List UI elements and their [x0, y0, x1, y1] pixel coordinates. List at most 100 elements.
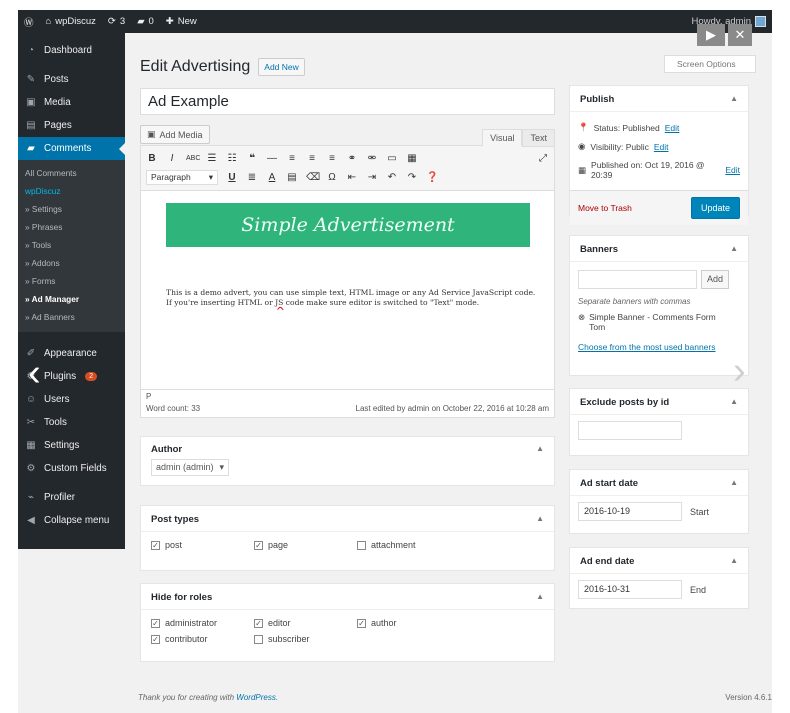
- ad-end-date-header[interactable]: Ad end date ▲: [570, 548, 748, 574]
- role-subscriber[interactable]: subscriber: [254, 634, 357, 644]
- screen-options-button[interactable]: Screen Options: [664, 55, 756, 73]
- menu-pages[interactable]: ▤ Pages: [18, 114, 125, 137]
- toolbar-toggle-icon[interactable]: ▦: [406, 153, 418, 164]
- submenu-settings[interactable]: » Settings: [18, 200, 125, 218]
- next-arrow-icon[interactable]: ›: [733, 350, 746, 393]
- align-left-icon[interactable]: ≡: [286, 153, 298, 164]
- post-type-page[interactable]: ✓ page: [254, 540, 357, 550]
- indent-icon[interactable]: ⇥: [366, 172, 378, 183]
- checkbox-checked[interactable]: ✓: [357, 618, 366, 628]
- role-author[interactable]: ✓ author: [357, 618, 460, 628]
- special-character-icon[interactable]: Ω: [326, 172, 338, 183]
- site-name-link[interactable]: ⌂ wpDiscuz: [40, 16, 102, 27]
- checkbox-unchecked[interactable]: [357, 540, 366, 550]
- add-banner-button[interactable]: Add: [701, 270, 730, 289]
- publish-header[interactable]: Publish ▲: [570, 86, 748, 112]
- exclude-posts-input[interactable]: [578, 421, 682, 440]
- edit-status-link[interactable]: Edit: [665, 123, 680, 133]
- remove-tag-icon[interactable]: ⊗: [578, 312, 585, 332]
- strikethrough-icon[interactable]: ABC: [186, 155, 200, 162]
- menu-tools[interactable]: ✂ Tools: [18, 411, 125, 434]
- justify-icon[interactable]: ≣: [246, 172, 258, 183]
- role-contributor[interactable]: ✓ contributor: [151, 634, 254, 644]
- submenu-ad-manager[interactable]: » Ad Manager: [18, 290, 125, 308]
- hide-roles-header[interactable]: Hide for roles ▲: [141, 584, 554, 610]
- paste-text-icon[interactable]: ▤: [286, 172, 298, 183]
- submenu-forms[interactable]: » Forms: [18, 272, 125, 290]
- read-more-icon[interactable]: ▭: [386, 153, 398, 164]
- checkbox-checked[interactable]: ✓: [151, 618, 160, 628]
- edit-date-link[interactable]: Edit: [725, 165, 740, 175]
- banners-header[interactable]: Banners ▲: [570, 236, 748, 262]
- menu-profiler[interactable]: ⌁ Profiler: [18, 486, 125, 509]
- play-icon[interactable]: ▶: [697, 24, 725, 46]
- checkbox-checked[interactable]: ✓: [254, 540, 263, 550]
- checkbox-unchecked[interactable]: [254, 634, 263, 644]
- add-new-button[interactable]: Add New: [258, 58, 305, 76]
- outdent-icon[interactable]: ⇤: [346, 172, 358, 183]
- post-type-post[interactable]: ✓ post: [151, 540, 254, 550]
- banner-tag-input[interactable]: [578, 270, 697, 289]
- ad-start-date-input[interactable]: 2016-10-19: [578, 502, 682, 521]
- horizontal-line-icon[interactable]: —: [266, 153, 278, 164]
- italic-icon[interactable]: I: [166, 153, 178, 164]
- help-icon[interactable]: ❓: [426, 172, 438, 183]
- text-color-icon[interactable]: A: [266, 172, 278, 183]
- collapse-menu-button[interactable]: ◀ Collapse menu: [18, 509, 125, 532]
- bullet-list-icon[interactable]: ☰: [206, 153, 218, 164]
- unlink-icon[interactable]: ⚮: [366, 153, 378, 164]
- clear-formatting-icon[interactable]: ⌫: [306, 172, 320, 183]
- update-button[interactable]: Update: [690, 197, 740, 219]
- numbered-list-icon[interactable]: ☷: [226, 153, 238, 164]
- role-administrator[interactable]: ✓ administrator: [151, 618, 254, 628]
- align-right-icon[interactable]: ≡: [326, 153, 338, 164]
- wordpress-logo-icon[interactable]: Ⓦ: [18, 15, 40, 29]
- role-editor[interactable]: ✓ editor: [254, 618, 357, 628]
- submenu-wpdiscuz[interactable]: wpDiscuz: [18, 182, 125, 200]
- checkbox-checked[interactable]: ✓: [254, 618, 263, 628]
- format-select[interactable]: Paragraph ▾: [146, 170, 218, 185]
- comments-link[interactable]: ▰ 0: [131, 16, 160, 27]
- author-box-header[interactable]: Author ▲: [141, 437, 554, 459]
- move-to-trash-link[interactable]: Move to Trash: [578, 203, 632, 213]
- menu-dashboard[interactable]: ◔ Dashboard: [18, 39, 125, 62]
- menu-custom-fields[interactable]: ⚙ Custom Fields: [18, 457, 125, 480]
- author-select[interactable]: admin (admin) ▾: [151, 459, 230, 476]
- submenu-all-comments[interactable]: All Comments: [18, 164, 125, 182]
- menu-comments[interactable]: ▰ Comments: [18, 137, 125, 160]
- underline-icon[interactable]: U: [226, 172, 238, 183]
- submenu-ad-banners[interactable]: » Ad Banners: [18, 308, 125, 326]
- menu-posts[interactable]: ✎ Posts: [18, 68, 125, 91]
- fullscreen-icon[interactable]: ⤢: [537, 153, 549, 164]
- editor-content-area[interactable]: Simple Advertisement This is a demo adve…: [140, 191, 555, 390]
- tab-text[interactable]: Text: [522, 129, 555, 147]
- link-icon[interactable]: ⚭: [346, 153, 358, 164]
- submenu-phrases[interactable]: » Phrases: [18, 218, 125, 236]
- ad-start-date-header[interactable]: Ad start date ▲: [570, 470, 748, 496]
- post-title-input[interactable]: Ad Example: [140, 88, 555, 115]
- post-types-header[interactable]: Post types ▲: [141, 506, 554, 532]
- undo-icon[interactable]: ↶: [386, 172, 398, 183]
- choose-banners-link[interactable]: Choose from the most used banners: [578, 342, 740, 352]
- close-icon[interactable]: ✕: [728, 24, 752, 46]
- previous-arrow-icon[interactable]: ‹: [28, 352, 41, 395]
- tab-visual[interactable]: Visual: [482, 129, 523, 147]
- checkbox-checked[interactable]: ✓: [151, 634, 160, 644]
- submenu-addons[interactable]: » Addons: [18, 254, 125, 272]
- updates-link[interactable]: ⟳ 3: [102, 16, 131, 27]
- align-center-icon[interactable]: ≡: [306, 153, 318, 164]
- add-media-button[interactable]: ▣ Add Media: [140, 125, 210, 144]
- exclude-posts-header[interactable]: Exclude posts by id ▲: [570, 389, 748, 415]
- menu-media[interactable]: ▣ Media: [18, 91, 125, 114]
- submenu-tools[interactable]: » Tools: [18, 236, 125, 254]
- post-type-attachment[interactable]: attachment: [357, 540, 460, 550]
- bold-icon[interactable]: B: [146, 153, 158, 164]
- menu-settings[interactable]: ▦ Settings: [18, 434, 125, 457]
- wordpress-link[interactable]: WordPress: [236, 693, 276, 702]
- edit-visibility-link[interactable]: Edit: [654, 142, 669, 152]
- checkbox-checked[interactable]: ✓: [151, 540, 160, 550]
- redo-icon[interactable]: ↷: [406, 172, 418, 183]
- ad-end-date-input[interactable]: 2016-10-31: [578, 580, 682, 599]
- new-content-link[interactable]: ✚ New: [160, 16, 203, 27]
- blockquote-icon[interactable]: ❝: [246, 153, 258, 164]
